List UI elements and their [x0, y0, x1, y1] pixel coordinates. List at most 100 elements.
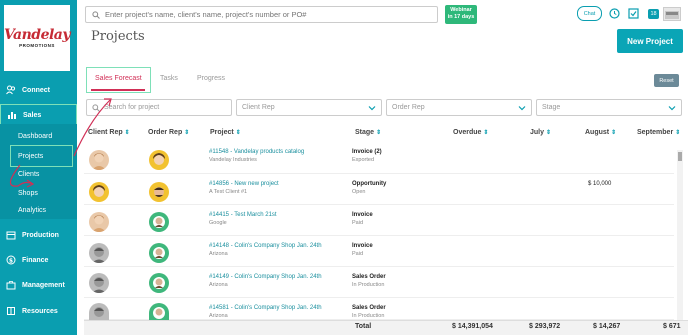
- webinar-badge[interactable]: Webinar in 17 days: [445, 5, 477, 24]
- project-search-filter[interactable]: Search for project: [86, 99, 232, 116]
- webinar-title: Webinar: [450, 7, 472, 13]
- sidebar-item-management[interactable]: Management: [0, 274, 77, 296]
- client-rep-avatar: [89, 243, 109, 263]
- stage-value: Invoice: [352, 212, 373, 218]
- sidebar-item-resources[interactable]: Resources: [0, 300, 77, 322]
- sidebar-item-production[interactable]: Production: [0, 224, 77, 246]
- page-title: Projects: [91, 29, 145, 44]
- column-header-stage[interactable]: Stage ⇕: [355, 129, 381, 136]
- order-rep-avatar: [149, 303, 169, 320]
- sort-icon: ⇕: [483, 130, 489, 136]
- sidebar-item-sales[interactable]: Sales: [0, 104, 77, 126]
- project-link[interactable]: #11548 - Vandelay products catalog: [209, 149, 304, 155]
- client-rep-avatar: [89, 150, 109, 170]
- stage-value: Invoice (2): [352, 149, 382, 155]
- submenu-item-clients[interactable]: Clients: [18, 171, 39, 178]
- project-link[interactable]: #14415 - Test March 21st: [209, 212, 277, 218]
- order-rep-avatar: [149, 182, 169, 202]
- sidebar-item-finance[interactable]: $ Finance: [0, 249, 77, 271]
- projects-highlight-box: [10, 145, 73, 167]
- submenu-item-dashboard[interactable]: Dashboard: [18, 133, 52, 140]
- checklist-icon[interactable]: [628, 8, 639, 19]
- people-icon: [6, 85, 16, 95]
- client-rep-select[interactable]: Client Rep: [236, 99, 382, 116]
- box-icon: [6, 231, 16, 240]
- project-link[interactable]: #14149 - Colin's Company Shop Jan. 24th: [209, 274, 322, 280]
- sidebar-item-label: Production: [22, 231, 59, 239]
- order-rep-value: Order Rep: [392, 104, 425, 111]
- order-rep-avatar: [149, 273, 169, 293]
- sort-icon: ⇕: [235, 130, 241, 136]
- column-header-july[interactable]: July ⇕: [530, 129, 551, 136]
- global-search-field[interactable]: [85, 6, 438, 23]
- column-header-project[interactable]: Project ⇕: [210, 129, 241, 136]
- chevron-down-icon: [668, 106, 676, 111]
- svg-text:$: $: [9, 257, 13, 264]
- reset-button[interactable]: Reset: [654, 74, 679, 87]
- stage-value: Stage: [542, 104, 561, 111]
- sort-icon: ⇕: [184, 130, 190, 136]
- company-thumbnail-icon: [665, 11, 679, 19]
- stage-status: In Production: [352, 313, 385, 319]
- sidebar-item-label: Management: [22, 281, 65, 289]
- client-rep-value: Client Rep: [242, 104, 275, 111]
- dollar-icon: $: [6, 255, 16, 265]
- logo-text: Vandelay: [3, 27, 71, 43]
- table-row[interactable]: [84, 205, 674, 236]
- search-icon: [92, 103, 100, 112]
- project-link[interactable]: #14856 - New new project: [209, 181, 279, 187]
- project-link[interactable]: #14148 - Colin's Company Shop Jan. 24th: [209, 243, 322, 249]
- table-row[interactable]: [84, 236, 674, 267]
- project-client: Google: [209, 220, 227, 226]
- stage-value: Opportunity: [352, 181, 387, 187]
- webinar-countdown: in 17 days: [447, 13, 475, 20]
- column-header-august[interactable]: August ⇕: [585, 129, 616, 136]
- table-scrollbar[interactable]: [677, 150, 683, 322]
- briefcase-icon: [6, 281, 16, 290]
- project-link[interactable]: #14581 - Colin's Company Shop Jan. 24th: [209, 305, 322, 311]
- order-rep-select[interactable]: Order Rep: [386, 99, 532, 116]
- table-row[interactable]: [84, 143, 674, 174]
- new-project-button[interactable]: New Project: [617, 29, 683, 53]
- global-search-input[interactable]: [105, 10, 425, 19]
- scrollbar-thumb[interactable]: [678, 152, 682, 161]
- chat-label: Chat: [583, 10, 596, 17]
- clock-icon[interactable]: [609, 8, 620, 19]
- total-july: $ 293,972: [529, 323, 561, 330]
- sort-icon: ⇕: [124, 130, 130, 136]
- submenu-item-analytics[interactable]: Analytics: [18, 207, 46, 214]
- project-client: Arizona: [209, 313, 228, 319]
- table-row[interactable]: [84, 174, 674, 205]
- stage-status: Paid: [352, 220, 364, 226]
- column-header-september[interactable]: September ⇕: [637, 129, 680, 136]
- submenu-item-shops[interactable]: Shops: [18, 190, 38, 197]
- column-header-client-rep[interactable]: Client Rep ⇕: [88, 129, 130, 136]
- project-client: Vandelay Industries: [209, 157, 257, 163]
- sort-icon: ⇕: [611, 130, 617, 136]
- stage-status: Exported: [352, 157, 375, 163]
- stage-select[interactable]: Stage: [536, 99, 682, 116]
- totals-label: Total: [355, 323, 372, 330]
- chat-button[interactable]: Chat: [577, 6, 602, 21]
- company-logo[interactable]: Vandelay PROMOTIONS: [3, 5, 71, 71]
- book-icon: [7, 307, 15, 315]
- stage-value: Invoice: [352, 243, 373, 249]
- total-september: $ 671: [663, 323, 681, 330]
- stage-status: Open: [352, 189, 366, 195]
- user-avatar[interactable]: [663, 7, 681, 21]
- chevron-down-icon: [368, 106, 376, 111]
- sort-icon: ⇕: [546, 130, 552, 136]
- column-header-order-rep[interactable]: Order Rep ⇕: [148, 129, 189, 136]
- project-client: A Test Client #1: [209, 189, 248, 195]
- sidebar: Vandelay PROMOTIONS Connect Sales Dashbo…: [0, 0, 77, 335]
- tab-tasks[interactable]: Tasks: [160, 75, 178, 82]
- bar-chart-icon: [8, 112, 16, 119]
- tab-sales-forecast[interactable]: Sales Forecast: [95, 75, 142, 82]
- sidebar-item-connect[interactable]: Connect: [0, 79, 77, 101]
- client-rep-avatar: [89, 273, 109, 293]
- project-client: Arizona: [209, 251, 228, 257]
- tab-progress[interactable]: Progress: [197, 75, 225, 82]
- notification-badge[interactable]: 18: [648, 9, 659, 19]
- sort-icon: ⇕: [376, 130, 382, 136]
- column-header-overdue[interactable]: Overdue ⇕: [453, 129, 488, 136]
